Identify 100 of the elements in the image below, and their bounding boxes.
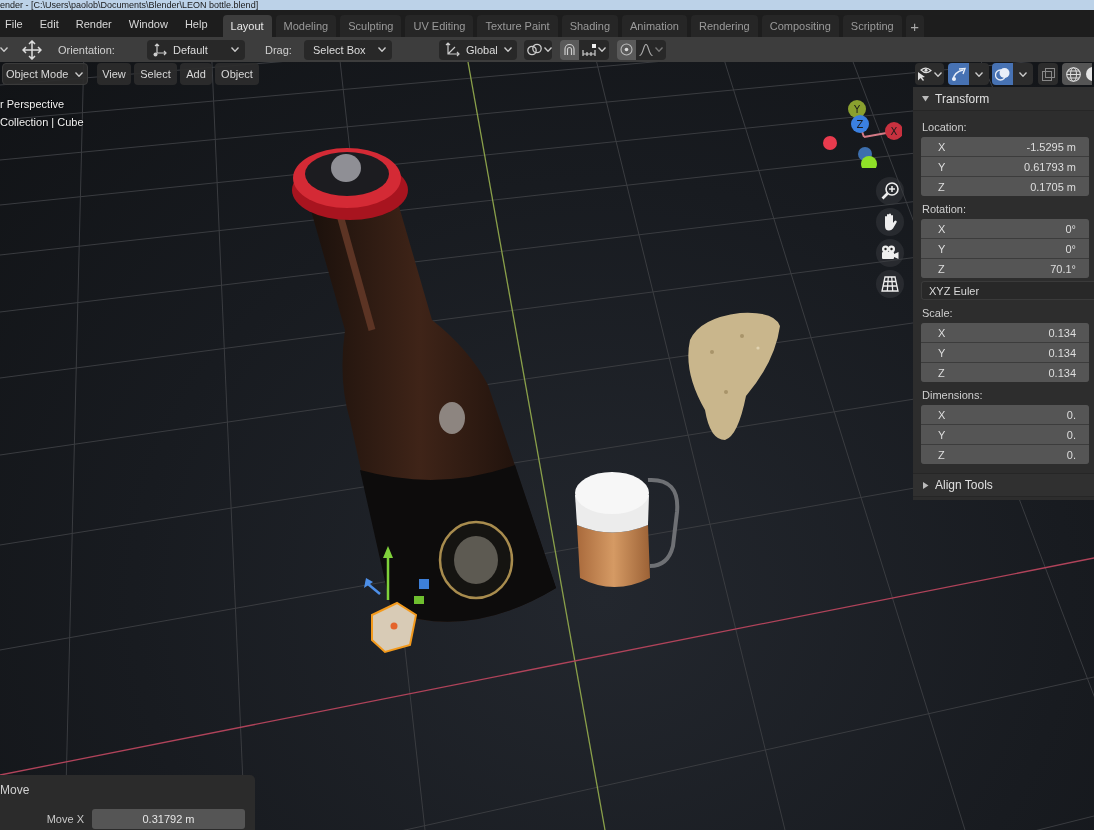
ring-dot-icon <box>620 43 633 56</box>
wireframe-shading-button[interactable] <box>1062 63 1084 85</box>
number-field[interactable]: Z 0. <box>921 445 1089 464</box>
menu-item[interactable]: Window <box>124 15 172 32</box>
caret-icon <box>655 47 663 52</box>
mode-dropdown[interactable]: Object Mode <box>2 63 88 85</box>
property-label: Dimensions: <box>921 388 984 403</box>
overlay-icon <box>995 67 1010 81</box>
caret-icon <box>503 47 512 52</box>
caret-icon <box>975 71 983 77</box>
cube-drawing[interactable] <box>371 601 418 654</box>
viewport[interactable] <box>0 62 1094 830</box>
magnet-icon <box>563 43 576 56</box>
menu-item[interactable]: File <box>1 15 27 32</box>
workspace-tab[interactable]: Compositing <box>761 15 839 37</box>
axes-icon <box>445 42 460 57</box>
add-workspace-button[interactable]: + <box>905 15 924 37</box>
zoom-button[interactable] <box>876 177 904 205</box>
visibility-dropdown[interactable] <box>915 63 944 85</box>
axis-handle[interactable]: X <box>885 122 902 140</box>
drag-dropdown[interactable]: Select Box <box>304 39 392 60</box>
number-field[interactable]: X 0.134 <box>921 323 1089 342</box>
window-title: ender - [C:\Users\paolob\Documents\Blender\LEON bottle.blend] <box>0 0 259 10</box>
gizmo-icon <box>951 66 966 82</box>
number-field[interactable]: Y 0.134 <box>921 343 1089 362</box>
orientation-dropdown[interactable]: Default <box>147 39 245 60</box>
number-field[interactable]: Z 0.134 <box>921 363 1089 382</box>
workspace-tab[interactable]: Layout <box>222 15 272 37</box>
number-field[interactable]: X 0° <box>921 219 1089 238</box>
proportional-editing-toggle[interactable] <box>617 39 636 60</box>
orthographic-toggle-button[interactable] <box>876 270 904 298</box>
hand-icon <box>882 213 898 231</box>
caret-icon <box>75 71 83 77</box>
snap-target-dropdown[interactable] <box>579 39 609 60</box>
pivot-point-dropdown[interactable] <box>524 39 552 60</box>
workspace-tab[interactable]: Rendering <box>690 15 758 37</box>
menu-button[interactable]: View <box>97 63 131 85</box>
camera-view-button[interactable] <box>876 239 904 267</box>
caret-icon <box>598 47 606 52</box>
number-field[interactable]: 0.31792 m <box>92 809 245 829</box>
caret-icon[interactable] <box>0 47 8 52</box>
number-field[interactable]: X -1.5295 m <box>921 137 1089 156</box>
wireframe-globe-icon <box>1065 66 1081 82</box>
property-label: Rotation: <box>921 202 968 217</box>
orientation-label: Orientation: <box>58 43 116 56</box>
number-field[interactable]: Y 0. <box>921 425 1089 444</box>
overlay-toggle[interactable] <box>992 63 1013 85</box>
axis-handle[interactable]: Z <box>851 115 869 133</box>
move-icon[interactable] <box>22 39 42 60</box>
solid-shading-button[interactable] <box>1084 63 1092 85</box>
gizmo-menu-button[interactable] <box>969 63 989 85</box>
property-label: Location: <box>921 120 968 135</box>
workspace-tab[interactable]: Modeling <box>275 15 337 37</box>
camera-icon <box>881 245 899 261</box>
number-field[interactable]: X 0. <box>921 405 1089 424</box>
menu-item[interactable]: Help <box>180 15 212 32</box>
grid-icon <box>881 276 899 292</box>
caret-icon <box>934 71 942 77</box>
caret-icon <box>378 47 386 52</box>
view-name: r Perspective <box>0 97 65 112</box>
falloff-dropdown[interactable] <box>636 39 666 60</box>
link-icon <box>527 43 542 56</box>
curve-icon <box>639 43 653 56</box>
caret-icon <box>231 47 239 52</box>
gizmo-toggle[interactable] <box>948 63 969 85</box>
caret-icon <box>1019 71 1027 77</box>
panel-header[interactable]: Align Tools <box>913 473 1094 497</box>
axes-arrows-icon <box>153 42 167 57</box>
xray-icon <box>1041 67 1055 81</box>
axis-dot-icon[interactable] <box>823 136 837 150</box>
overlay-menu-button[interactable] <box>1013 63 1033 85</box>
property-label: Scale: <box>921 306 954 321</box>
workspace-tab[interactable]: Shading <box>561 15 619 37</box>
number-field[interactable]: Y 0° <box>921 239 1089 258</box>
number-field[interactable]: Y 0.61793 m <box>921 157 1089 176</box>
workspace-tab[interactable]: Texture Paint <box>477 15 558 37</box>
workspace-tab[interactable]: UV Editing <box>405 15 474 37</box>
collection-name: Collection | Cube <box>0 115 84 130</box>
xray-toggle[interactable] <box>1038 63 1058 85</box>
snap-toggle[interactable] <box>560 39 579 60</box>
snap-increment-icon <box>582 43 596 56</box>
zoom-icon <box>881 182 899 200</box>
visibility-icon <box>917 67 932 81</box>
menu-button[interactable]: Object <box>215 63 259 85</box>
workspace-tab[interactable]: Sculpting <box>340 15 402 37</box>
drag-label: Drag: <box>265 43 293 56</box>
menu-item[interactable]: Edit <box>35 15 63 32</box>
move-gizmo[interactable] <box>364 546 429 604</box>
rotation-mode-dropdown[interactable]: XYZ Euler <box>921 281 1094 300</box>
menu-button[interactable]: Add <box>180 63 212 85</box>
workspace-tab[interactable]: Animation <box>622 15 687 37</box>
menu-button[interactable]: Select <box>134 63 177 85</box>
number-field[interactable]: Z 0.1705 m <box>921 177 1089 196</box>
menu-item[interactable]: Render <box>71 15 116 32</box>
number-field[interactable]: Z 70.1° <box>921 259 1089 278</box>
operator-title[interactable]: Move <box>0 782 30 798</box>
caret-icon <box>544 47 552 52</box>
workspace-tab[interactable]: Scripting <box>842 15 902 37</box>
pan-button[interactable] <box>876 208 904 236</box>
transform-orientation-dropdown[interactable]: Global <box>439 39 517 60</box>
